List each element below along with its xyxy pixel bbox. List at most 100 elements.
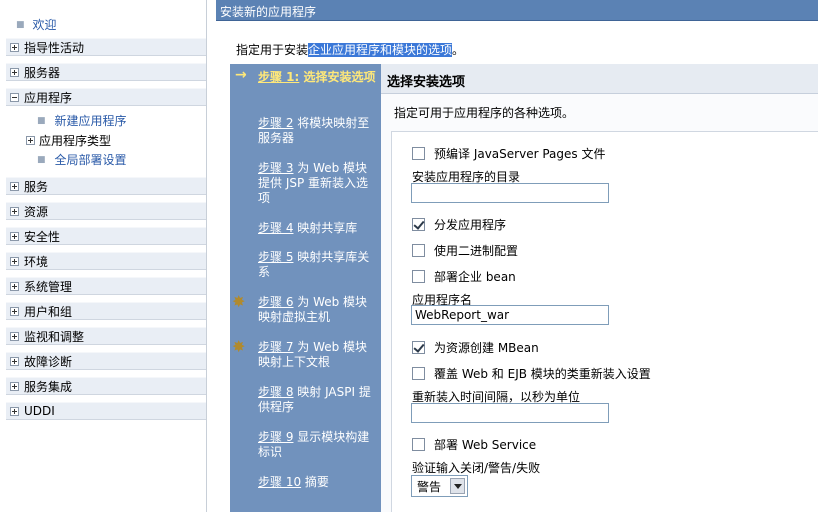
nav-welcome[interactable]: ■ 欢迎 <box>16 16 57 33</box>
validate-input-value: 警告 <box>417 479 442 494</box>
step-number: 步骤 2 <box>258 116 294 130</box>
nav-item-guided-activities[interactable]: 指导性活动 <box>6 38 206 56</box>
nav-link-new-application[interactable]: 新建应用程序 <box>55 112 127 129</box>
nav-item-label: UDDI <box>24 404 55 418</box>
validate-input-select[interactable]: 警告 <box>411 475 468 497</box>
nav-subitem-global-deployment[interactable]: ■ 全局部署设置 <box>37 151 127 168</box>
create-mbeans-checkbox[interactable] <box>412 341 425 354</box>
nav-link-global-deployment[interactable]: 全局部署设置 <box>55 151 127 168</box>
panel-description: 指定可用于应用程序的各种选项。 <box>394 106 575 120</box>
expand-icon[interactable] <box>10 256 19 266</box>
navigation-tree: ■ 欢迎 指导性活动 服务器 应用程序 ■ 新建应用程序 应用程序类型 ■ 全局部… <box>0 0 207 512</box>
nav-item-services[interactable]: 服务 <box>6 177 206 195</box>
page-title-bar: 安装新的应用程序 <box>216 0 818 21</box>
step-4[interactable]: 步骤 4 映射共享库 <box>258 221 376 236</box>
expand-icon[interactable] <box>10 181 19 191</box>
step-6[interactable]: 步骤 6 为 Web 模块映射虚拟主机 <box>258 295 376 325</box>
distribute-app-label: 分发应用程序 <box>434 218 507 232</box>
panel-header: 选择安装选项 <box>381 64 818 94</box>
expand-icon[interactable] <box>10 406 19 416</box>
app-name-input[interactable] <box>411 305 609 325</box>
wizard-steps: → 步骤 1: 选择安装选项 步骤 2 将模块映射至服务器 步骤 3 为 Web… <box>230 64 381 512</box>
nav-item-label: 服务器 <box>24 65 61 80</box>
step-number: 步骤 8 <box>258 385 294 399</box>
step-text: 摘要 <box>301 475 329 489</box>
expand-icon[interactable] <box>10 281 19 291</box>
deploy-webservice-checkbox[interactable] <box>412 438 425 451</box>
step-text: 映射共享库 <box>293 221 358 235</box>
precompile-jsp-checkbox[interactable] <box>412 147 425 160</box>
expand-icon[interactable] <box>10 206 19 216</box>
step-number: 步骤 4 <box>258 221 294 235</box>
step-number: 步骤 10 <box>258 475 302 489</box>
expand-icon[interactable] <box>10 231 19 241</box>
bullet-icon: ■ <box>16 20 25 30</box>
instruction-prefix: 指定用于安装 <box>236 43 309 57</box>
validate-input-label: 验证输入关闭/警告/失败 <box>412 461 541 475</box>
expand-icon[interactable] <box>10 331 19 341</box>
step-number: 步骤 9 <box>258 430 294 444</box>
nav-item-security[interactable]: 安全性 <box>6 227 206 245</box>
deploy-ejb-checkbox[interactable] <box>412 270 425 283</box>
chevron-down-icon[interactable] <box>450 478 465 494</box>
option-deploy-webservice[interactable]: 部署 Web Service <box>412 436 536 453</box>
nav-item-service-integration[interactable]: 服务集成 <box>6 377 206 395</box>
step-9[interactable]: 步骤 9 显示模块构建标识 <box>258 430 376 460</box>
nav-item-label: 服务集成 <box>24 379 73 394</box>
nav-item-uddi[interactable]: UDDI <box>6 402 206 420</box>
step-5[interactable]: 步骤 5 映射共享库关系 <box>258 250 376 280</box>
option-binary-config[interactable]: 使用二进制配置 <box>412 242 518 259</box>
nav-item-troubleshooting[interactable]: 故障诊断 <box>6 352 206 370</box>
step-10[interactable]: 步骤 10 摘要 <box>258 475 376 490</box>
expand-icon[interactable] <box>10 356 19 366</box>
nav-welcome-label: 欢迎 <box>32 18 57 32</box>
precompile-jsp-label: 预编译 JavaServer Pages 文件 <box>434 147 606 161</box>
binary-config-checkbox[interactable] <box>412 244 425 257</box>
expand-icon[interactable] <box>10 42 19 52</box>
option-deploy-ejb[interactable]: 部署企业 bean <box>412 268 516 285</box>
nav-subitem-new-application[interactable]: ■ 新建应用程序 <box>37 112 127 129</box>
step-8[interactable]: 步骤 8 映射 JASPI 提供程序 <box>258 385 376 415</box>
step-3[interactable]: 步骤 3 为 Web 模块提供 JSP 重新装入选项 <box>258 161 376 206</box>
nav-subitem-application-types[interactable]: 应用程序类型 <box>26 132 111 149</box>
step-text: 选择安装选项 <box>299 70 376 84</box>
nav-item-servers[interactable]: 服务器 <box>6 63 206 81</box>
option-override-reload[interactable]: 覆盖 Web 和 EJB 模块的类重新装入设置 <box>412 365 651 382</box>
step-number: 步骤 1: <box>258 70 300 84</box>
collapse-icon[interactable] <box>10 92 19 102</box>
binary-config-label: 使用二进制配置 <box>434 244 519 258</box>
expand-icon[interactable] <box>10 306 19 316</box>
option-create-mbeans[interactable]: 为资源创建 MBean <box>412 339 539 356</box>
install-dir-input[interactable] <box>411 183 609 203</box>
nav-item-label: 资源 <box>24 204 49 219</box>
deploy-ejb-label: 部署企业 bean <box>434 270 516 284</box>
nav-item-users-groups[interactable]: 用户和组 <box>6 302 206 320</box>
step-7[interactable]: 步骤 7 为 Web 模块映射上下文根 <box>258 340 376 370</box>
override-reload-label: 覆盖 Web 和 EJB 模块的类重新装入设置 <box>434 367 651 381</box>
bullet-icon: ■ <box>37 154 46 165</box>
expand-icon[interactable] <box>10 381 19 391</box>
step-number: 步骤 3 <box>258 161 294 175</box>
distribute-app-checkbox[interactable] <box>412 218 425 231</box>
nav-item-monitoring[interactable]: 监视和调整 <box>6 327 206 345</box>
panel-title: 选择安装选项 <box>387 75 466 90</box>
nav-item-label: 环境 <box>24 254 49 269</box>
option-precompile-jsp[interactable]: 预编译 JavaServer Pages 文件 <box>412 145 605 162</box>
page-instruction: 指定用于安装企业应用程序和模块的选项。 <box>236 41 464 58</box>
expand-icon[interactable] <box>10 67 19 77</box>
expand-icon[interactable] <box>26 136 35 145</box>
nav-item-system-admin[interactable]: 系统管理 <box>6 277 206 295</box>
step-2[interactable]: 步骤 2 将模块映射至服务器 <box>258 116 376 146</box>
nav-item-label: 监视和调整 <box>24 329 85 344</box>
nav-item-applications[interactable]: 应用程序 <box>6 88 206 106</box>
page-title: 安装新的应用程序 <box>220 5 317 19</box>
step-1[interactable]: 步骤 1: 选择安装选项 <box>258 70 376 85</box>
override-reload-checkbox[interactable] <box>412 367 425 380</box>
nav-item-environment[interactable]: 环境 <box>6 252 206 270</box>
option-distribute-app[interactable]: 分发应用程序 <box>412 216 506 233</box>
nav-item-label: 用户和组 <box>24 304 73 319</box>
step-number: 步骤 6 <box>258 295 294 309</box>
reload-interval-input[interactable] <box>411 403 609 423</box>
nav-item-resources[interactable]: 资源 <box>6 202 206 220</box>
nav-item-label: 服务 <box>24 179 49 194</box>
